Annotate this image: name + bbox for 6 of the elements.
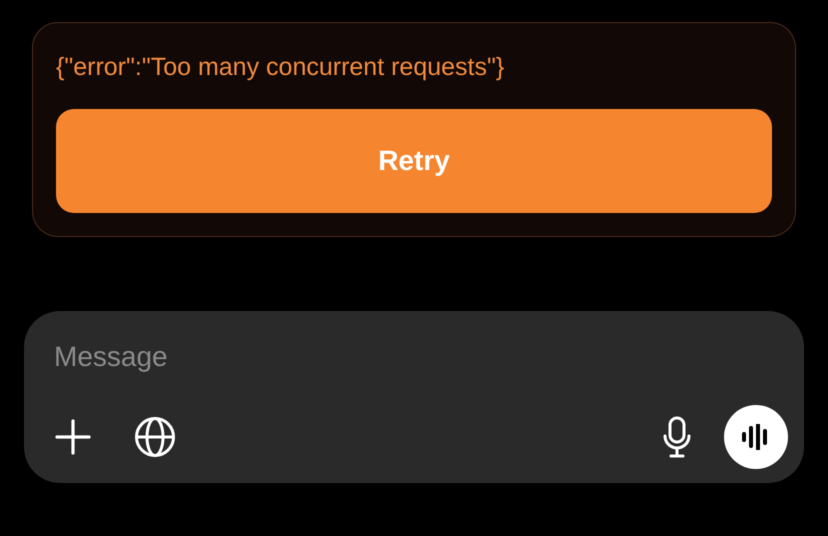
- microphone-icon[interactable]: [662, 416, 692, 458]
- retry-button[interactable]: Retry: [56, 109, 772, 213]
- message-field[interactable]: Message: [54, 337, 754, 377]
- error-message: {"error":"Too many concurrent requests"}: [56, 52, 506, 83]
- globe-icon[interactable]: [134, 416, 176, 458]
- plus-icon[interactable]: [54, 418, 92, 456]
